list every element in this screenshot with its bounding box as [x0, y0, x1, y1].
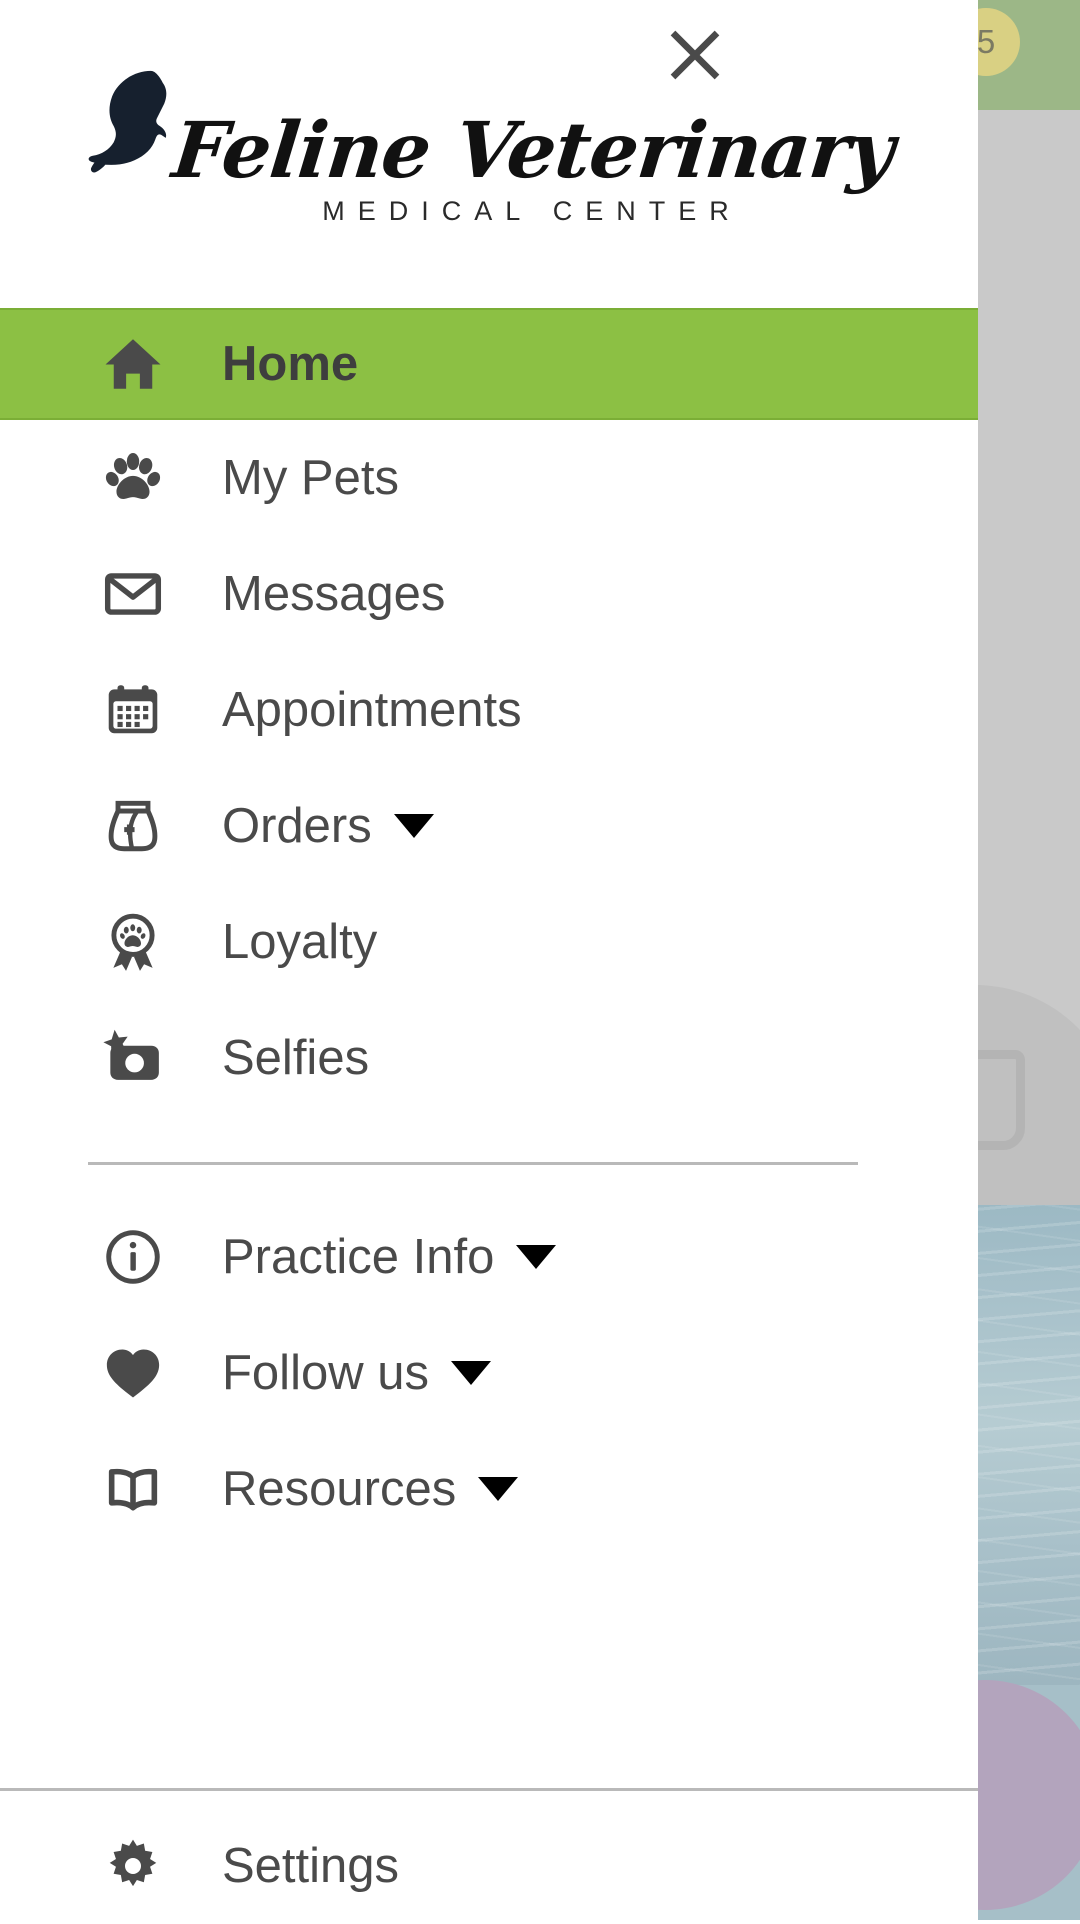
sidebar-item-label: Settings — [222, 1838, 399, 1894]
drawer-header: Feline Veterinary MEDICAL CENTER — [0, 0, 978, 308]
gear-icon — [96, 1829, 170, 1903]
settings-row-container: Settings — [0, 1808, 978, 1924]
section-divider — [88, 1162, 858, 1165]
sidebar-item-label: Appointments — [222, 682, 522, 738]
chevron-down-icon[interactable] — [516, 1245, 556, 1269]
sidebar-item-label: Orders — [222, 798, 372, 854]
sidebar-item-label: Home — [222, 336, 358, 392]
book-icon — [96, 1452, 170, 1526]
food-bag-icon — [96, 789, 170, 863]
logo-wordmark: Feline Veterinary — [169, 113, 897, 190]
sidebar-item-follow-us[interactable]: Follow us — [0, 1315, 978, 1431]
sidebar-item-resources[interactable]: Resources — [0, 1431, 978, 1547]
sidebar-item-settings[interactable]: Settings — [0, 1808, 978, 1924]
sidebar-item-label: Messages — [222, 566, 445, 622]
sidebar-item-appointments[interactable]: Appointments — [0, 652, 978, 768]
chevron-down-icon[interactable] — [451, 1361, 491, 1385]
sidebar-item-messages[interactable]: Messages — [0, 536, 978, 652]
sidebar-item-label: Practice Info — [222, 1229, 494, 1285]
envelope-icon — [96, 557, 170, 631]
chevron-down-icon[interactable] — [394, 814, 434, 838]
navigation-drawer: Feline Veterinary MEDICAL CENTER Home — [0, 0, 978, 1920]
paw-icon — [96, 441, 170, 515]
award-paw-icon — [96, 905, 170, 979]
cat-silhouette-icon — [85, 62, 181, 190]
sidebar-item-label: Follow us — [222, 1345, 429, 1401]
heart-icon — [96, 1336, 170, 1410]
sidebar-item-label: My Pets — [222, 450, 399, 506]
home-icon — [96, 327, 170, 401]
logo-subtitle: MEDICAL CENTER — [322, 196, 742, 227]
sidebar-item-label: Selfies — [222, 1030, 369, 1086]
sidebar-item-loyalty[interactable]: Loyalty — [0, 884, 978, 1000]
sidebar-item-practice-info[interactable]: Practice Info — [0, 1199, 978, 1315]
sidebar-item-label: Loyalty — [222, 914, 377, 970]
calendar-icon — [96, 673, 170, 747]
sidebar-item-orders[interactable]: Orders — [0, 768, 978, 884]
sidebar-item-label: Resources — [222, 1461, 456, 1517]
sidebar-item-home[interactable]: Home — [0, 308, 978, 420]
logo: Feline Veterinary MEDICAL CENTER — [0, 62, 978, 227]
info-circle-icon — [96, 1220, 170, 1294]
sidebar-item-selfies[interactable]: Selfies — [0, 1000, 978, 1116]
sidebar-item-my-pets[interactable]: My Pets — [0, 420, 978, 536]
footer-divider — [0, 1788, 978, 1791]
chevron-down-icon[interactable] — [478, 1477, 518, 1501]
camera-star-icon — [96, 1021, 170, 1095]
